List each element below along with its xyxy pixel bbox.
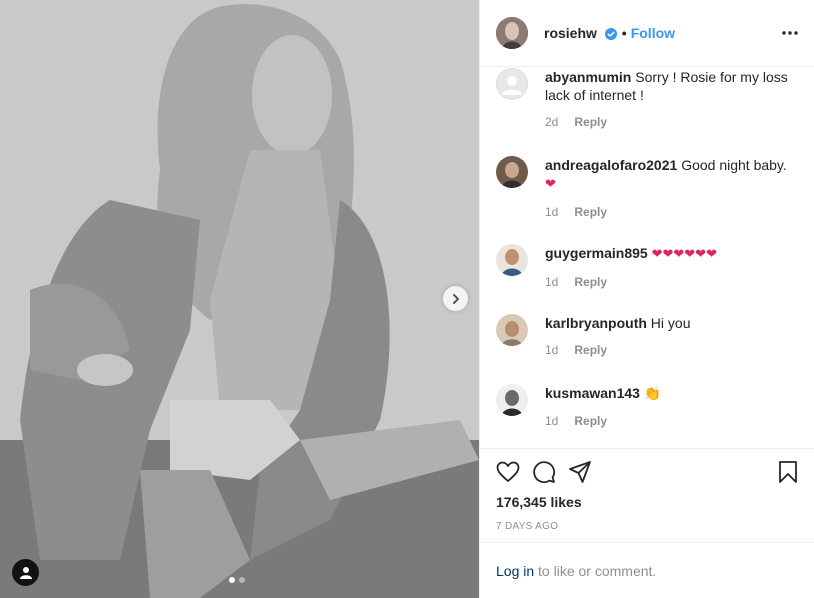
action-icons [496,460,592,484]
comment-item: karlbryanpouth Hi you 1d Reply [496,314,796,359]
avatar-image [496,384,528,416]
heart-emojis: ❤❤❤❤❤❤ [651,247,717,262]
carousel-dot-active [229,577,235,583]
comment-age: 1d [545,275,559,289]
carousel-indicator [229,577,245,583]
reply-button[interactable]: Reply [574,412,607,430]
comment-username[interactable]: guygermain895 [545,245,648,261]
commenter-avatar[interactable] [496,156,528,188]
comment-button[interactable] [532,460,556,484]
comment-body: karlbryanpouth Hi you 1d Reply [545,314,795,359]
comment-item: guygermain895 ❤❤❤❤❤❤ 1d Reply [496,244,796,291]
post-header: rosiehw • Follow [480,0,814,67]
separator-dot: • [621,25,627,41]
follow-button[interactable]: Follow [631,25,675,41]
author-avatar[interactable] [496,17,528,49]
comment-username[interactable]: karlbryanpouth [545,315,647,331]
comment-username[interactable]: kusmawan143 [545,385,640,401]
avatar-image [496,314,528,346]
comment-body: guygermain895 ❤❤❤❤❤❤ 1d Reply [545,244,795,291]
commenter-avatar[interactable] [496,384,528,416]
like-button[interactable] [496,460,520,484]
share-button[interactable] [568,460,592,484]
comment-meta: 2d Reply [545,113,795,131]
commenter-avatar[interactable] [496,244,528,276]
comment-age: 1d [545,414,559,428]
comment-item: abyanmumin Sorry ! Rosie for my loss lac… [496,68,796,131]
bookmark-icon [779,461,797,483]
comment-age: 1d [545,205,559,219]
comment-text: Good night baby. [681,157,787,173]
author-username-text[interactable]: rosiehw [544,25,597,41]
comment-username[interactable]: andreagalofaro2021 [545,157,677,173]
post-actions: 176,345 likes 7 DAYS AGO [480,448,814,532]
comment-meta: 1d Reply [545,412,795,430]
more-options-icon [782,31,798,35]
default-avatar-icon [496,68,528,100]
login-prompt: Log in to like or comment. [480,542,814,598]
post-photo[interactable] [0,0,479,598]
comment-age: 1d [545,343,559,357]
reply-button[interactable]: Reply [574,113,607,131]
comment-meta: 1d Reply [545,341,795,359]
commenter-avatar[interactable] [496,68,528,100]
clap-emoji: 👏 [643,386,662,402]
likes-count[interactable]: 176,345 likes [496,494,582,510]
author-username[interactable]: rosiehw [544,25,617,41]
login-prompt-rest: to like or comment. [534,563,657,579]
photo-scene [0,0,479,598]
user-tag-icon [19,566,32,579]
avatar-image [496,244,528,276]
carousel-dot [239,577,245,583]
comment-body: abyanmumin Sorry ! Rosie for my loss lac… [545,68,795,131]
login-prompt-text: Log in to like or comment. [496,563,656,579]
login-link[interactable]: Log in [496,563,534,579]
reply-button[interactable]: Reply [574,273,607,291]
comment-body: andreagalofaro2021 Good night baby. ❤ 1d… [545,156,795,221]
post-timestamp[interactable]: 7 DAYS AGO [496,521,558,532]
avatar-image [496,17,528,49]
share-icon [569,461,591,483]
user-tag-button[interactable] [12,559,39,586]
comment-meta: 1d Reply [545,203,795,221]
comment-age: 2d [545,115,559,129]
post-side-panel: rosiehw • Follow abyanmumin Sorry ! Rosi… [479,0,814,598]
save-button[interactable] [776,460,800,487]
verified-badge-icon [604,28,617,41]
reply-button[interactable]: Reply [574,203,607,221]
comment-item: andreagalofaro2021 Good night baby. ❤ 1d… [496,156,796,221]
heart-icon [496,461,520,482]
comment-item: kusmawan143 👏 1d Reply [496,384,796,430]
chevron-right-icon [452,293,459,304]
commenter-avatar[interactable] [496,314,528,346]
avatar-image [496,156,528,188]
heart-emoji: ❤ [545,177,556,192]
next-slide-button[interactable] [443,286,468,311]
comment-text: Hi you [650,315,691,331]
comment-body: kusmawan143 👏 1d Reply [545,384,795,430]
comments-list[interactable]: abyanmumin Sorry ! Rosie for my loss lac… [480,68,814,448]
reply-button[interactable]: Reply [574,341,607,359]
comment-username[interactable]: abyanmumin [545,69,631,85]
more-options-button[interactable] [782,25,798,44]
comment-meta: 1d Reply [545,273,795,291]
comment-icon [533,461,556,484]
